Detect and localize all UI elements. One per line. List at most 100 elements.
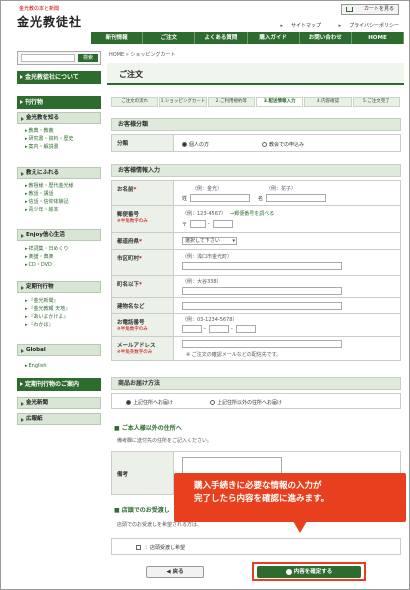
sidebar-link[interactable]: 案内・解説書 [25, 143, 74, 151]
other-desc: 備考欄に送付先の住所をご記入ください。 [117, 438, 213, 444]
tel-hint: （例：03-1234-5678） [182, 317, 238, 323]
building-row: 建物名など [111, 298, 401, 314]
street-input[interactable] [182, 287, 342, 295]
sidebar-global[interactable]: Global [17, 344, 101, 356]
sidebar-link-newspaper[interactable]: 金光新聞 [17, 397, 101, 409]
pref-label: 都道府県* [112, 233, 174, 249]
zip-prefix: 〒 [182, 222, 188, 228]
sidebar-periodicals-guide[interactable]: 定期刊行物のご案内 [17, 378, 101, 391]
nav-faq[interactable]: よくある質問 [195, 32, 248, 44]
privacy-link[interactable]: ▸ プライバシーポリシー [331, 23, 399, 29]
sidebar-link[interactable]: 楽譜・典楽 [25, 253, 69, 261]
section-other: ■ ご本人様以外の住所へ [114, 425, 182, 432]
sidebar-link[interactable]: 教話・講話 [25, 190, 74, 198]
mail-label: メールアドレス ※半角英数字のみ [112, 337, 174, 360]
tel-label: お電話番号 ※半角数字のみ [112, 314, 174, 336]
sei-label: 姓 [182, 196, 188, 202]
callout-pointer [293, 521, 307, 533]
store-pickup-checkbox[interactable]: ：店頭受渡し希望 [136, 544, 185, 551]
section-category: お客様分類 [111, 118, 401, 131]
view-cart-label: カートを見る [363, 6, 394, 12]
nav-guide[interactable]: 購入ガイド [248, 32, 300, 44]
sidebar-link[interactable]: 『あいよかけよ』 [25, 313, 70, 321]
arrow-right-icon [285, 568, 292, 575]
sidebar-link[interactable]: 『金光新聞』 [25, 297, 70, 305]
category-option-church[interactable]: 教会での申込み [262, 141, 304, 148]
sei-input[interactable] [190, 194, 250, 202]
section-delivery: 商品お届け方法 [111, 377, 401, 390]
step-shipping: 3.配送情報入力 [255, 97, 304, 107]
step-cart: 1.ショッピングカート [159, 97, 207, 107]
sidebar-link[interactable]: 『わかば』 [25, 321, 70, 329]
zip-lookup-link[interactable]: ⇒郵便番号を調べる [230, 210, 274, 217]
tel-input-1[interactable] [182, 325, 202, 333]
remarks-label: 備考 [112, 452, 174, 494]
sidebar-cat-enjoy[interactable]: Enjoy信心生活 [17, 229, 101, 241]
store-desc: 店頭でのお受渡しを希望される方は、 [117, 522, 203, 528]
tel-row: お電話番号 ※半角数字のみ （例：03-1234-5678） - - [111, 314, 401, 337]
sidebar-link[interactable]: 『金光教報 天地』 [25, 305, 71, 313]
step-terms: 2.ご利用規約等 [207, 97, 255, 107]
sidebar-cat-teach[interactable]: 教えにふれる [17, 167, 101, 179]
search-input[interactable] [21, 54, 75, 62]
sidebar-publications: 刊行物 [17, 96, 101, 109]
name-hint-sei: （例：金光） [192, 186, 223, 192]
breadcrumb: HOME » ショッピングカート [109, 52, 176, 58]
back-button[interactable]: ◀ 戻る [146, 566, 204, 578]
category-label: 分類 [112, 135, 174, 151]
delivery-option-other[interactable]: 上記住所以外の住所へお届け [210, 399, 282, 406]
sidebar-link[interactable]: CD・DVD [25, 261, 69, 269]
sidebar-list-know: 教典・教義 研究書・資料・歴史 案内・解説書 [25, 127, 74, 151]
nav-new[interactable]: 新刊情報 [91, 32, 144, 44]
sitemap-link[interactable]: ▸ サイトマップ [272, 23, 321, 29]
tel-sep-1: - [204, 326, 206, 332]
callout-annotation: 購入手続きに必要な情報の入力が 完了したら内容を確認に進みます。 [174, 473, 406, 522]
building-label: 建物名など [112, 298, 174, 313]
logo-subtitle: 金光教の本と新聞 [19, 6, 60, 12]
store-row: ：店頭受渡し希望 [111, 538, 401, 555]
sidebar-cat-periodic[interactable]: 定期刊行物 [17, 281, 101, 293]
sidebar-link[interactable]: 教祖様・歴代金光様 [25, 182, 74, 190]
sidebar-list-teach: 教祖様・歴代金光様 教話・講話 信話・信仰体験記 青少年・絵本 [25, 182, 74, 214]
tel-input-3[interactable] [236, 325, 256, 333]
sidebar-link[interactable]: 信話・信仰体験記 [25, 198, 74, 206]
sidebar-link[interactable]: 祥詞集・日めくり [25, 245, 69, 253]
sidebar-link-pr[interactable]: 広報紙 [17, 413, 101, 425]
delivery-option-same[interactable]: 上記住所へお届け [126, 399, 173, 406]
search-button[interactable]: 検索 [78, 54, 98, 62]
mail-input[interactable] [182, 340, 342, 348]
nav-contact[interactable]: お問い合わせ [300, 32, 352, 44]
sidebar-cat-know[interactable]: 金光教を知る [17, 112, 101, 124]
nav-home[interactable]: HOME [352, 32, 405, 44]
delivery-row: 上記住所へお届け 上記住所以外の住所へお届け [111, 393, 401, 409]
mail-row: メールアドレス ※半角英数字のみ ※ ご注文の確認メールなどの配信先です。 [111, 337, 401, 361]
zip-label: 郵便番号 ※半角数字のみ [112, 206, 174, 232]
category-row: 分類 個人の方 教会での申込み [111, 134, 401, 152]
street-label: 町名以下* [112, 276, 174, 297]
sidebar-about[interactable]: 金光教徒社について [17, 71, 101, 84]
mei-input[interactable] [266, 194, 326, 202]
zip-input-1[interactable] [190, 220, 206, 228]
confirm-button[interactable]: 内容を確定する [257, 566, 361, 578]
sidebar-link[interactable]: 教典・教義 [25, 127, 74, 135]
sidebar-list-global: English [25, 362, 47, 370]
sidebar-link[interactable]: 青少年・絵本 [25, 206, 74, 214]
building-input[interactable] [182, 302, 342, 310]
title-bar [107, 63, 404, 85]
name-row: お名前* （例：金光） （例：花子） 姓 名 [111, 180, 401, 206]
sidebar-link-english[interactable]: English [25, 362, 47, 370]
sidebar-link[interactable]: 研究書・資料・歴史 [25, 135, 74, 143]
section-info: お客様情報入力 [111, 164, 401, 177]
city-hint: （例：浅口市金光町） [182, 254, 233, 260]
step-complete: 5.ご注文完了 [352, 97, 400, 107]
chevron-down-icon: ▾ [232, 238, 235, 244]
category-option-individual[interactable]: 個人の方 [182, 141, 209, 148]
zip-input-2[interactable] [213, 220, 233, 228]
zip-separator: - [208, 221, 210, 227]
site-logo[interactable]: 金光教徒社 [17, 13, 82, 30]
tel-input-2[interactable] [209, 325, 229, 333]
city-input[interactable] [182, 262, 342, 270]
view-cart-button[interactable]: カートを見る [341, 4, 399, 15]
pref-select[interactable]: 選択して下さい ▾ [182, 237, 237, 245]
nav-order[interactable]: ご注文 [143, 32, 196, 44]
